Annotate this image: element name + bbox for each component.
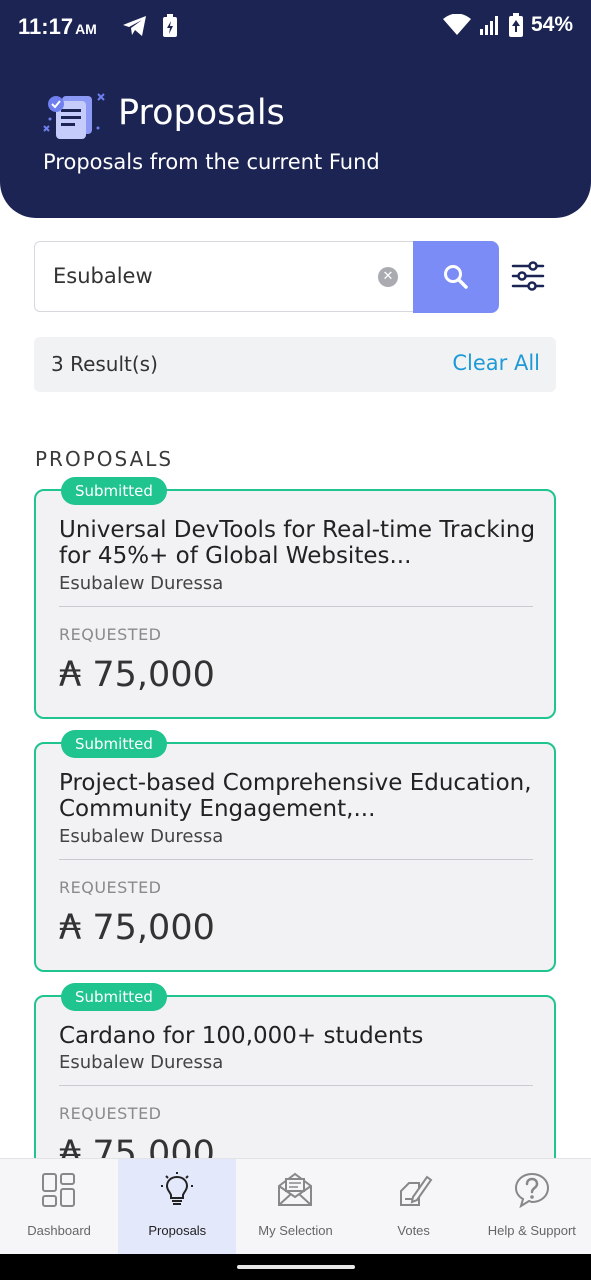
- battery-saver-icon: [163, 14, 177, 37]
- proposal-card[interactable]: Submitted Project-based Comprehensive Ed…: [34, 730, 556, 972]
- status-icons-right: 54%: [442, 13, 573, 37]
- proposal-author: Esubalew Duressa: [59, 1052, 224, 1073]
- signal-icon: [479, 16, 498, 35]
- status-badge: Submitted: [61, 730, 167, 758]
- nav-label-proposals: Proposals: [148, 1223, 207, 1238]
- proposal-card[interactable]: Submitted Universal DevTools for Real-ti…: [34, 477, 556, 719]
- proposal-title: Cardano for 100,000+ students: [59, 1023, 424, 1049]
- status-badge: Submitted: [61, 477, 167, 505]
- page-subtitle: Proposals from the current Fund: [43, 150, 380, 174]
- wifi-icon: [442, 14, 471, 35]
- results-count: 3 Result(s): [51, 352, 158, 376]
- telegram-icon: [123, 16, 146, 36]
- nav-item-dashboard[interactable]: Dashboard: [0, 1159, 118, 1255]
- search-icon: [444, 265, 468, 289]
- page-title: Proposals: [118, 93, 285, 133]
- section-heading: PROPOSALS: [35, 447, 174, 471]
- card-divider: [59, 606, 533, 607]
- status-time: 11:17 AM: [18, 14, 97, 40]
- results-bar: 3 Result(s) Clear All: [34, 337, 556, 392]
- battery-icon: [508, 13, 523, 37]
- envelope-list-icon: [278, 1172, 313, 1206]
- nav-label-help-support: Help & Support: [487, 1223, 576, 1238]
- status-time-ampm: AM: [75, 21, 97, 37]
- status-badge: Submitted: [61, 983, 167, 1011]
- nav-item-votes[interactable]: Votes: [355, 1159, 473, 1255]
- card-divider: [59, 859, 533, 860]
- card-divider: [59, 1085, 533, 1086]
- proposals-logo-icon: [43, 93, 105, 139]
- gesture-navigation-area: [0, 1254, 591, 1280]
- proposal-author: Esubalew Duressa: [59, 826, 224, 847]
- app-header: 11:17 AM 54% Proposals Proposals from the…: [0, 0, 591, 218]
- requested-label: REQUESTED: [59, 625, 162, 644]
- battery-percent: 54%: [530, 13, 573, 36]
- home-gesture-bar[interactable]: [237, 1265, 355, 1269]
- search-input[interactable]: Esubalew ✕: [34, 241, 414, 312]
- clear-circle-icon[interactable]: ✕: [378, 267, 398, 287]
- nav-item-proposals[interactable]: Proposals: [118, 1159, 237, 1255]
- status-icons-left: [122, 14, 178, 38]
- nav-item-help-support[interactable]: Help & Support: [473, 1159, 591, 1255]
- lightbulb-icon: [161, 1172, 194, 1205]
- nav-label-my-selection: My Selection: [258, 1223, 333, 1238]
- status-bar: 11:17 AM 54%: [0, 0, 591, 58]
- requested-amount: ₳ 75,000: [59, 655, 215, 695]
- search-input-value[interactable]: Esubalew: [53, 264, 153, 288]
- nav-label-votes: Votes: [397, 1223, 430, 1238]
- proposal-title: Project-based Comprehensive Education, C…: [59, 770, 532, 822]
- dashboard-grid-icon: [42, 1173, 76, 1207]
- proposal-title: Universal DevTools for Real-time Trackin…: [59, 517, 536, 569]
- requested-label: REQUESTED: [59, 1104, 162, 1123]
- ballot-pen-icon: [399, 1175, 433, 1206]
- requested-label: REQUESTED: [59, 878, 162, 897]
- bottom-nav: Dashboard Proposals My Selection Votes H…: [0, 1158, 591, 1255]
- status-time-value: 11:17: [18, 14, 74, 39]
- proposal-author: Esubalew Duressa: [59, 573, 224, 594]
- filter-sliders-icon[interactable]: [510, 258, 546, 294]
- requested-amount: ₳ 75,000: [59, 908, 215, 948]
- search-button[interactable]: [413, 241, 499, 313]
- clear-all-link[interactable]: Clear All: [452, 351, 540, 375]
- help-question-icon: [514, 1172, 549, 1209]
- nav-item-my-selection[interactable]: My Selection: [236, 1159, 354, 1255]
- nav-label-dashboard: Dashboard: [27, 1223, 91, 1238]
